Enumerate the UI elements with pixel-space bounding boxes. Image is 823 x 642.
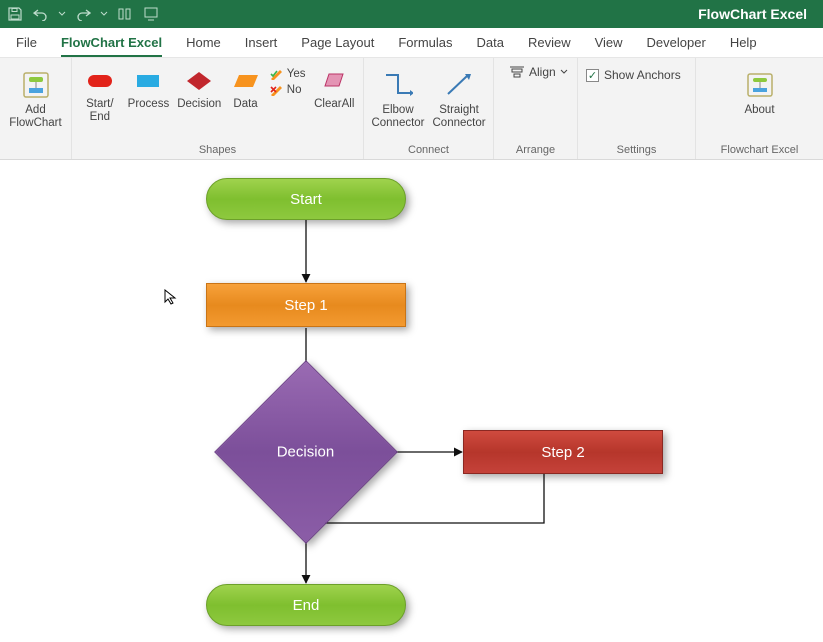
process-shape-icon [135,68,161,94]
ribbon-tabs: File FlowChart Excel Home Insert Page La… [0,28,823,58]
connector-yes-button[interactable]: Yes [270,68,306,80]
arrange-group-label: Arrange [502,143,569,159]
cursor-icon [164,289,180,305]
terminator-shape-icon [87,68,113,94]
shapes-group-label: Shapes [80,143,355,159]
flowchart-step2-node[interactable]: Step 2 [463,430,663,474]
data-label: Data [233,98,257,111]
tab-formulas[interactable]: Formulas [398,29,452,57]
redo-icon[interactable] [74,5,92,23]
qat-item-icon[interactable] [142,5,160,23]
decision-shape-icon [186,68,212,94]
straight-connector-button[interactable]: Straight Connector [433,62,486,130]
step2-label: Step 2 [541,444,584,461]
quick-access-toolbar [6,5,160,23]
add-flowchart-label: Add FlowChart [8,104,63,130]
settings-group-label: Settings [586,143,687,159]
tab-home[interactable]: Home [186,29,221,57]
process-shape-button[interactable]: Process [128,62,170,111]
data-shape-button[interactable]: Data [229,62,261,111]
align-dropdown[interactable]: Align [502,62,575,82]
tab-insert[interactable]: Insert [245,29,278,57]
clearall-button[interactable]: ClearAll [314,62,355,111]
add-flowchart-button[interactable]: Add FlowChart [8,62,63,130]
connect-group-label: Connect [372,143,485,159]
undo-icon[interactable] [32,5,50,23]
yes-label: Yes [287,68,306,80]
tab-help[interactable]: Help [730,29,757,57]
tab-review[interactable]: Review [528,29,571,57]
clearall-label: ClearAll [314,98,354,111]
tab-view[interactable]: View [595,29,623,57]
elbow-connector-icon [381,68,415,102]
decision-label: Decision [277,444,335,461]
decision-shape-button[interactable]: Decision [177,62,221,111]
process-label: Process [128,98,170,111]
undo-dropdown-icon[interactable] [58,5,66,23]
about-icon [743,68,777,102]
pencil-check-icon [270,68,284,80]
tab-data[interactable]: Data [477,29,504,57]
start-label: Start [290,191,322,208]
flowchart-icon [19,68,53,102]
straight-connector-icon [442,68,476,102]
checkbox-icon: ✓ [586,69,599,82]
ribbon: Add FlowChart Start/ End Process [0,58,823,160]
tab-file[interactable]: File [16,29,37,57]
group-label [8,143,63,159]
data-shape-icon [233,68,259,94]
elbow-connector-button[interactable]: Elbow Connector [371,62,424,130]
elbow-label: Elbow Connector [371,104,424,130]
pencil-x-icon [270,84,284,96]
startend-label: Start/ End [80,98,120,124]
eraser-icon [321,68,347,94]
flowchart-step1-node[interactable]: Step 1 [206,283,406,327]
qat-item-icon[interactable] [116,5,134,23]
align-icon [509,65,525,79]
connectors-layer [0,160,823,642]
end-label: End [293,597,320,614]
title-bar: FlowChart Excel [0,0,823,28]
connector-no-button[interactable]: No [270,84,306,96]
align-label: Align [529,65,556,79]
chevron-down-icon [560,68,568,76]
redo-dropdown-icon[interactable] [100,5,108,23]
app-title: FlowChart Excel [698,6,817,22]
about-button[interactable]: About [732,62,788,117]
flowchart-decision-node[interactable]: Decision [241,387,371,517]
flowchart-start-node[interactable]: Start [206,178,406,220]
show-anchors-label: Show Anchors [604,68,681,82]
startend-shape-button[interactable]: Start/ End [80,62,120,124]
no-label: No [287,84,302,96]
worksheet-canvas[interactable]: Start Step 1 Decision Step 2 End [0,160,823,642]
save-icon[interactable] [6,5,24,23]
flowchart-end-node[interactable]: End [206,584,406,626]
about-group-label: Flowchart Excel [704,143,815,159]
about-label: About [744,104,774,117]
tab-flowchart-excel[interactable]: FlowChart Excel [61,29,162,57]
tab-developer[interactable]: Developer [647,29,706,57]
decision-label: Decision [177,98,221,111]
step1-label: Step 1 [284,297,327,314]
straight-label: Straight Connector [433,104,486,130]
tab-page-layout[interactable]: Page Layout [301,29,374,57]
show-anchors-checkbox[interactable]: ✓ Show Anchors [586,62,681,82]
